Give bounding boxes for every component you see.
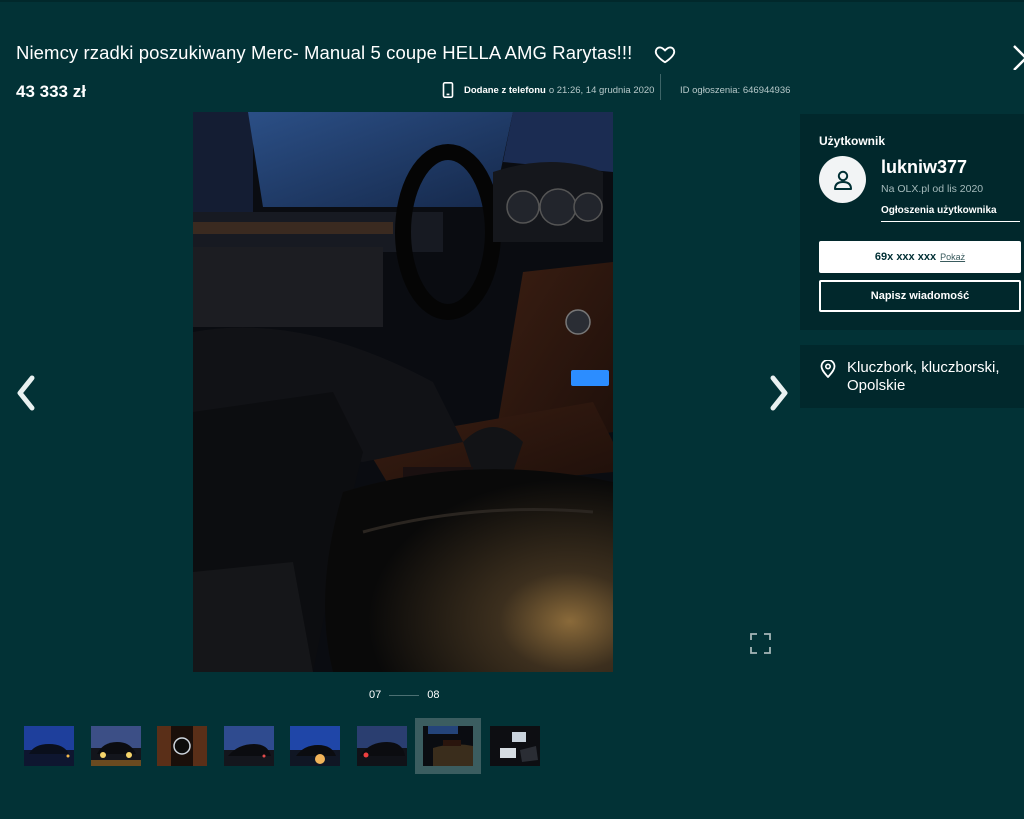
top-border [0,0,1024,2]
show-phone-link[interactable]: Pokaż [940,252,965,262]
phone-icon [442,82,454,98]
thumbnail[interactable] [157,726,207,766]
listing-title: Niemcy rzadki poszukiwany Merc- Manual 5… [16,42,633,63]
total-photo-number: 08 [427,689,440,701]
user-icon [833,170,852,190]
thumbnail-active[interactable] [415,718,481,774]
show-phone-button[interactable]: 69x xxx xxx Pokaż [819,241,1021,273]
previous-photo-chevron-left-icon[interactable] [15,374,35,412]
thumbnail[interactable] [90,726,141,766]
meta-divider [660,74,661,100]
send-message-button[interactable]: Napisz wiadomość [819,280,1021,312]
seller-username[interactable]: lukniw377 [881,157,967,178]
seller-since: Na OLX.pl od lis 2020 [881,183,984,195]
photo-counter: 07 08 [369,689,440,701]
thumbnail[interactable] [356,726,407,766]
location-pin-icon [820,360,836,378]
favorite-heart-icon[interactable] [654,43,676,65]
ad-id: ID ogłoszenia: 646944936 [680,84,791,96]
user-ads-link[interactable]: Ogłoszenia użytkownika [881,205,1020,222]
thumbnail[interactable] [290,726,340,766]
phone-number-masked: 69x xxx xxx [874,251,937,263]
counter-divider [389,694,420,696]
seller-section-label: Użytkownik [819,134,886,148]
thumbnail[interactable] [223,726,274,766]
thumbnail[interactable] [24,726,74,766]
thumbnail[interactable] [489,726,540,766]
current-photo-number: 07 [369,689,382,701]
added-info: Dodane z telefonu o 21:26, 14 grudnia 20… [441,80,654,100]
location-text: Kluczbork, kluczborski, Opolskie [847,359,1000,394]
added-source: Dodane z telefonu [464,84,546,96]
seller-card: Użytkownik lukniw377 Na OLX.pl od lis 20… [800,114,1024,330]
location-card: Kluczbork, kluczborski, Opolskie [800,345,1024,408]
main-photo[interactable] [193,112,613,672]
listing-price: 43 333 zł [16,82,86,101]
next-photo-chevron-right-icon[interactable] [770,374,790,412]
avatar[interactable] [819,156,866,203]
thumbnail-strip [24,718,556,774]
added-date: o 21:26, 14 grudnia 2020 [548,84,655,96]
fullscreen-icon[interactable] [750,633,771,654]
close-icon[interactable] [1012,42,1024,70]
